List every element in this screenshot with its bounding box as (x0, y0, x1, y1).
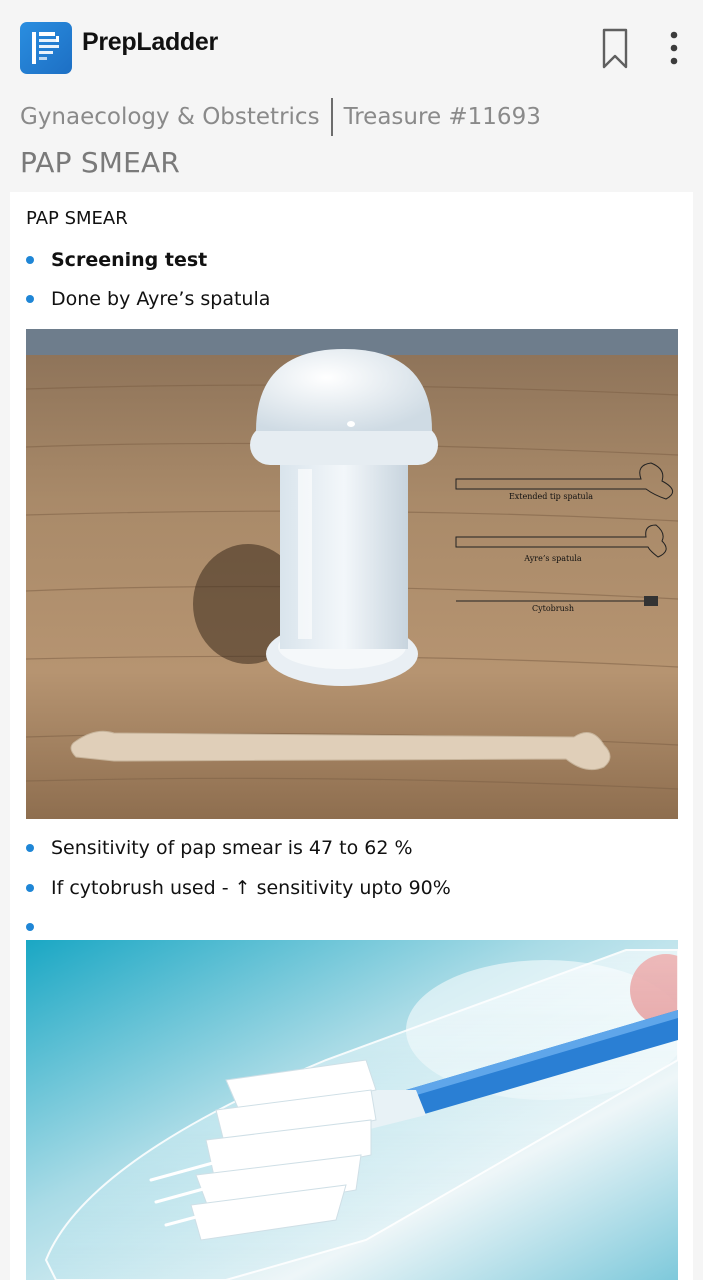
ayres-spatula-label: Ayre’s spatula (523, 554, 582, 563)
prepladder-logo-icon[interactable] (20, 22, 72, 74)
breadcrumb-treasure: Treasure #11693 (343, 104, 541, 130)
content-card: PAP SMEAR Screening test Done by Ayre’s … (10, 192, 693, 1280)
cytobrush-label: Cytobrush (532, 604, 574, 613)
more-vert-icon[interactable] (664, 30, 684, 66)
bullet-item: Screening test (26, 247, 207, 273)
cytobrush-image (26, 940, 678, 1280)
breadcrumb-subject[interactable]: Gynaecology & Obstetrics (20, 104, 320, 130)
breadcrumb: Gynaecology & Obstetrics Treasure #11693 (20, 98, 541, 136)
bullet-dot (26, 295, 34, 303)
bullet-item (26, 914, 51, 940)
bullet-dot (26, 844, 34, 852)
bullet-item: Done by Ayre’s spatula (26, 286, 270, 312)
pap-smear-kit-image: Extended tip spatula Ayre’s spatula Cyto… (26, 329, 678, 819)
bullet-dot (26, 884, 34, 892)
bullet-dot (26, 923, 34, 931)
extended-tip-spatula-label: Extended tip spatula (509, 492, 593, 501)
bookmark-icon[interactable] (602, 28, 628, 70)
content-heading: PAP SMEAR (26, 208, 128, 229)
breadcrumb-divider (330, 98, 333, 136)
bullet-item: Sensitivity of pap smear is 47 to 62 % (26, 835, 413, 861)
bullet-item: If cytobrush used - ↑ sensitivity upto 9… (26, 875, 451, 901)
app-bar: PrepLadder (0, 0, 703, 96)
app-brand: PrepLadder (82, 28, 218, 56)
page-title: PAP SMEAR (20, 146, 181, 179)
bullet-dot (26, 256, 34, 264)
